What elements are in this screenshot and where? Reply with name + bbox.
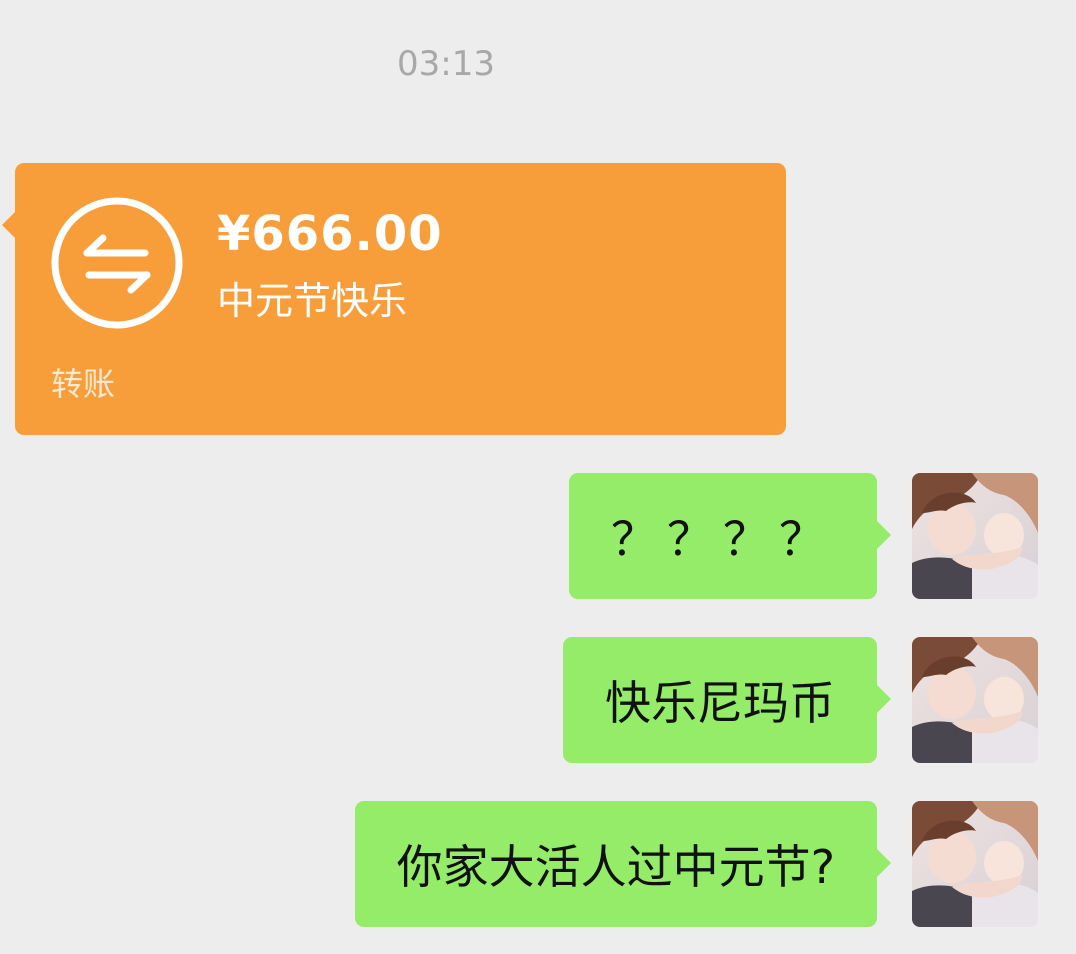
user-avatar[interactable]	[912, 473, 1038, 599]
message-timestamp: 03:13	[397, 44, 495, 84]
transfer-note: 中元节快乐	[217, 279, 408, 323]
bubble-tail	[877, 685, 891, 713]
bubble-tail	[2, 211, 16, 239]
message-text: ？？？？	[611, 512, 835, 566]
transfer-label: 转账	[51, 365, 116, 403]
transfer-amount: ¥666.00	[217, 206, 443, 262]
transfer-arrows-icon	[51, 197, 183, 329]
user-avatar[interactable]	[912, 637, 1038, 763]
outgoing-message-bubble[interactable]: 快乐尼玛币	[563, 637, 891, 763]
outgoing-message-bubble[interactable]: 你家大活人过中元节?	[354, 801, 891, 927]
bubble-tail	[877, 521, 891, 549]
outgoing-message-bubble[interactable]: ？？？？	[569, 473, 891, 599]
user-avatar[interactable]	[912, 801, 1038, 927]
bubble-tail	[877, 849, 891, 877]
message-text: 快乐尼玛币	[605, 676, 835, 730]
transfer-card[interactable]: ¥666.00 中元节快乐 转账	[2, 163, 786, 435]
message-text: 你家大活人过中元节?	[396, 840, 835, 894]
